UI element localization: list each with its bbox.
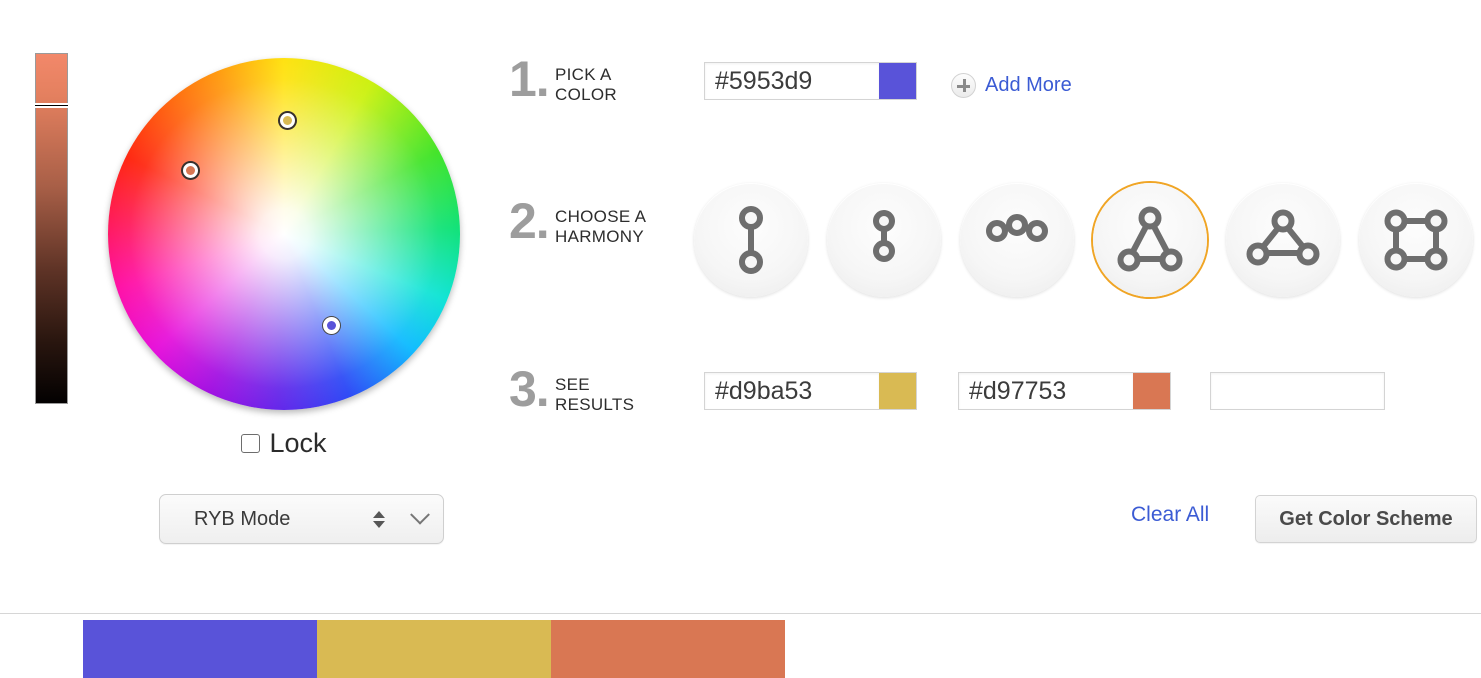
harmony-triad[interactable] bbox=[1093, 183, 1207, 297]
step-1-number: 1. bbox=[509, 51, 550, 107]
result-input-3[interactable] bbox=[1210, 372, 1385, 410]
harmony-analogous[interactable] bbox=[960, 183, 1074, 297]
wheel-marker-gold[interactable] bbox=[277, 111, 297, 131]
two-dots-short-line-icon bbox=[873, 210, 895, 262]
add-more-label: Add More bbox=[985, 74, 1072, 96]
step-2-number: 2. bbox=[509, 193, 550, 249]
step-3-label-line1: SEE bbox=[555, 375, 590, 394]
square-icon bbox=[1384, 209, 1448, 271]
brightness-slider-handle[interactable] bbox=[35, 102, 68, 108]
step-1-label: PICK A COLOR bbox=[555, 58, 617, 105]
color-scheme-designer: Lock RYB Mode 1. PICK A COLOR Add More 2… bbox=[0, 0, 1481, 678]
harmony-complementary[interactable] bbox=[694, 183, 808, 297]
harmony-tetrad[interactable] bbox=[1359, 183, 1473, 297]
color-mode-select[interactable]: RYB Mode bbox=[159, 494, 444, 544]
wheel-marker-purple[interactable] bbox=[321, 315, 341, 335]
pick-color-swatch[interactable] bbox=[879, 62, 917, 100]
color-wheel[interactable] bbox=[108, 58, 460, 410]
plus-icon[interactable] bbox=[951, 73, 976, 98]
preview-swatch-1[interactable] bbox=[83, 620, 317, 678]
step-3-label: SEE RESULTS bbox=[555, 368, 634, 415]
stepper-icon[interactable] bbox=[373, 510, 385, 528]
triangle-wide-icon bbox=[1246, 209, 1320, 266]
result-input-2[interactable] bbox=[958, 372, 1133, 410]
step-3: 3. SEE RESULTS bbox=[509, 361, 634, 417]
scheme-preview-bar bbox=[83, 620, 785, 678]
two-dots-long-line-icon bbox=[739, 206, 763, 274]
chevron-down-icon[interactable] bbox=[410, 504, 430, 525]
add-more-link[interactable]: Add More bbox=[951, 73, 1072, 98]
step-3-label-line2: RESULTS bbox=[555, 395, 635, 415]
section-divider bbox=[0, 613, 1481, 614]
step-1-label-line2: COLOR bbox=[555, 85, 617, 105]
three-dots-arc-icon bbox=[986, 214, 1048, 242]
result-field-1[interactable] bbox=[704, 372, 917, 410]
brightness-slider[interactable] bbox=[35, 53, 68, 404]
pick-color-input[interactable] bbox=[704, 62, 879, 100]
lock-control[interactable]: Lock bbox=[108, 430, 460, 457]
lock-label: Lock bbox=[269, 428, 327, 458]
preview-swatch-2[interactable] bbox=[317, 620, 551, 678]
harmony-options bbox=[694, 183, 1473, 297]
step-2-label-line1: CHOOSE A bbox=[555, 207, 647, 226]
result-field-2[interactable] bbox=[958, 372, 1171, 410]
step-2: 2. CHOOSE A HARMONY bbox=[509, 193, 646, 249]
lock-checkbox[interactable] bbox=[241, 434, 261, 453]
triangle-tall-icon bbox=[1117, 206, 1183, 272]
get-color-scheme-button[interactable]: Get Color Scheme bbox=[1255, 495, 1477, 543]
clear-all-link[interactable]: Clear All bbox=[1131, 503, 1209, 527]
color-mode-value: RYB Mode bbox=[194, 507, 291, 530]
pick-color-field[interactable] bbox=[704, 62, 917, 100]
preview-swatch-3[interactable] bbox=[551, 620, 785, 678]
step-2-label-line2: HARMONY bbox=[555, 227, 644, 247]
step-1-label-line1: PICK A bbox=[555, 65, 612, 84]
wheel-marker-coral[interactable] bbox=[180, 160, 200, 180]
step-2-label: CHOOSE A HARMONY bbox=[555, 200, 646, 247]
result-swatch-2[interactable] bbox=[1133, 372, 1171, 410]
harmony-split-complementary[interactable] bbox=[827, 183, 941, 297]
result-field-3[interactable] bbox=[1210, 372, 1385, 410]
result-swatch-1[interactable] bbox=[879, 372, 917, 410]
step-3-number: 3. bbox=[509, 361, 550, 417]
step-1: 1. PICK A COLOR bbox=[509, 51, 617, 107]
harmony-split-triad[interactable] bbox=[1226, 183, 1340, 297]
result-input-1[interactable] bbox=[704, 372, 879, 410]
